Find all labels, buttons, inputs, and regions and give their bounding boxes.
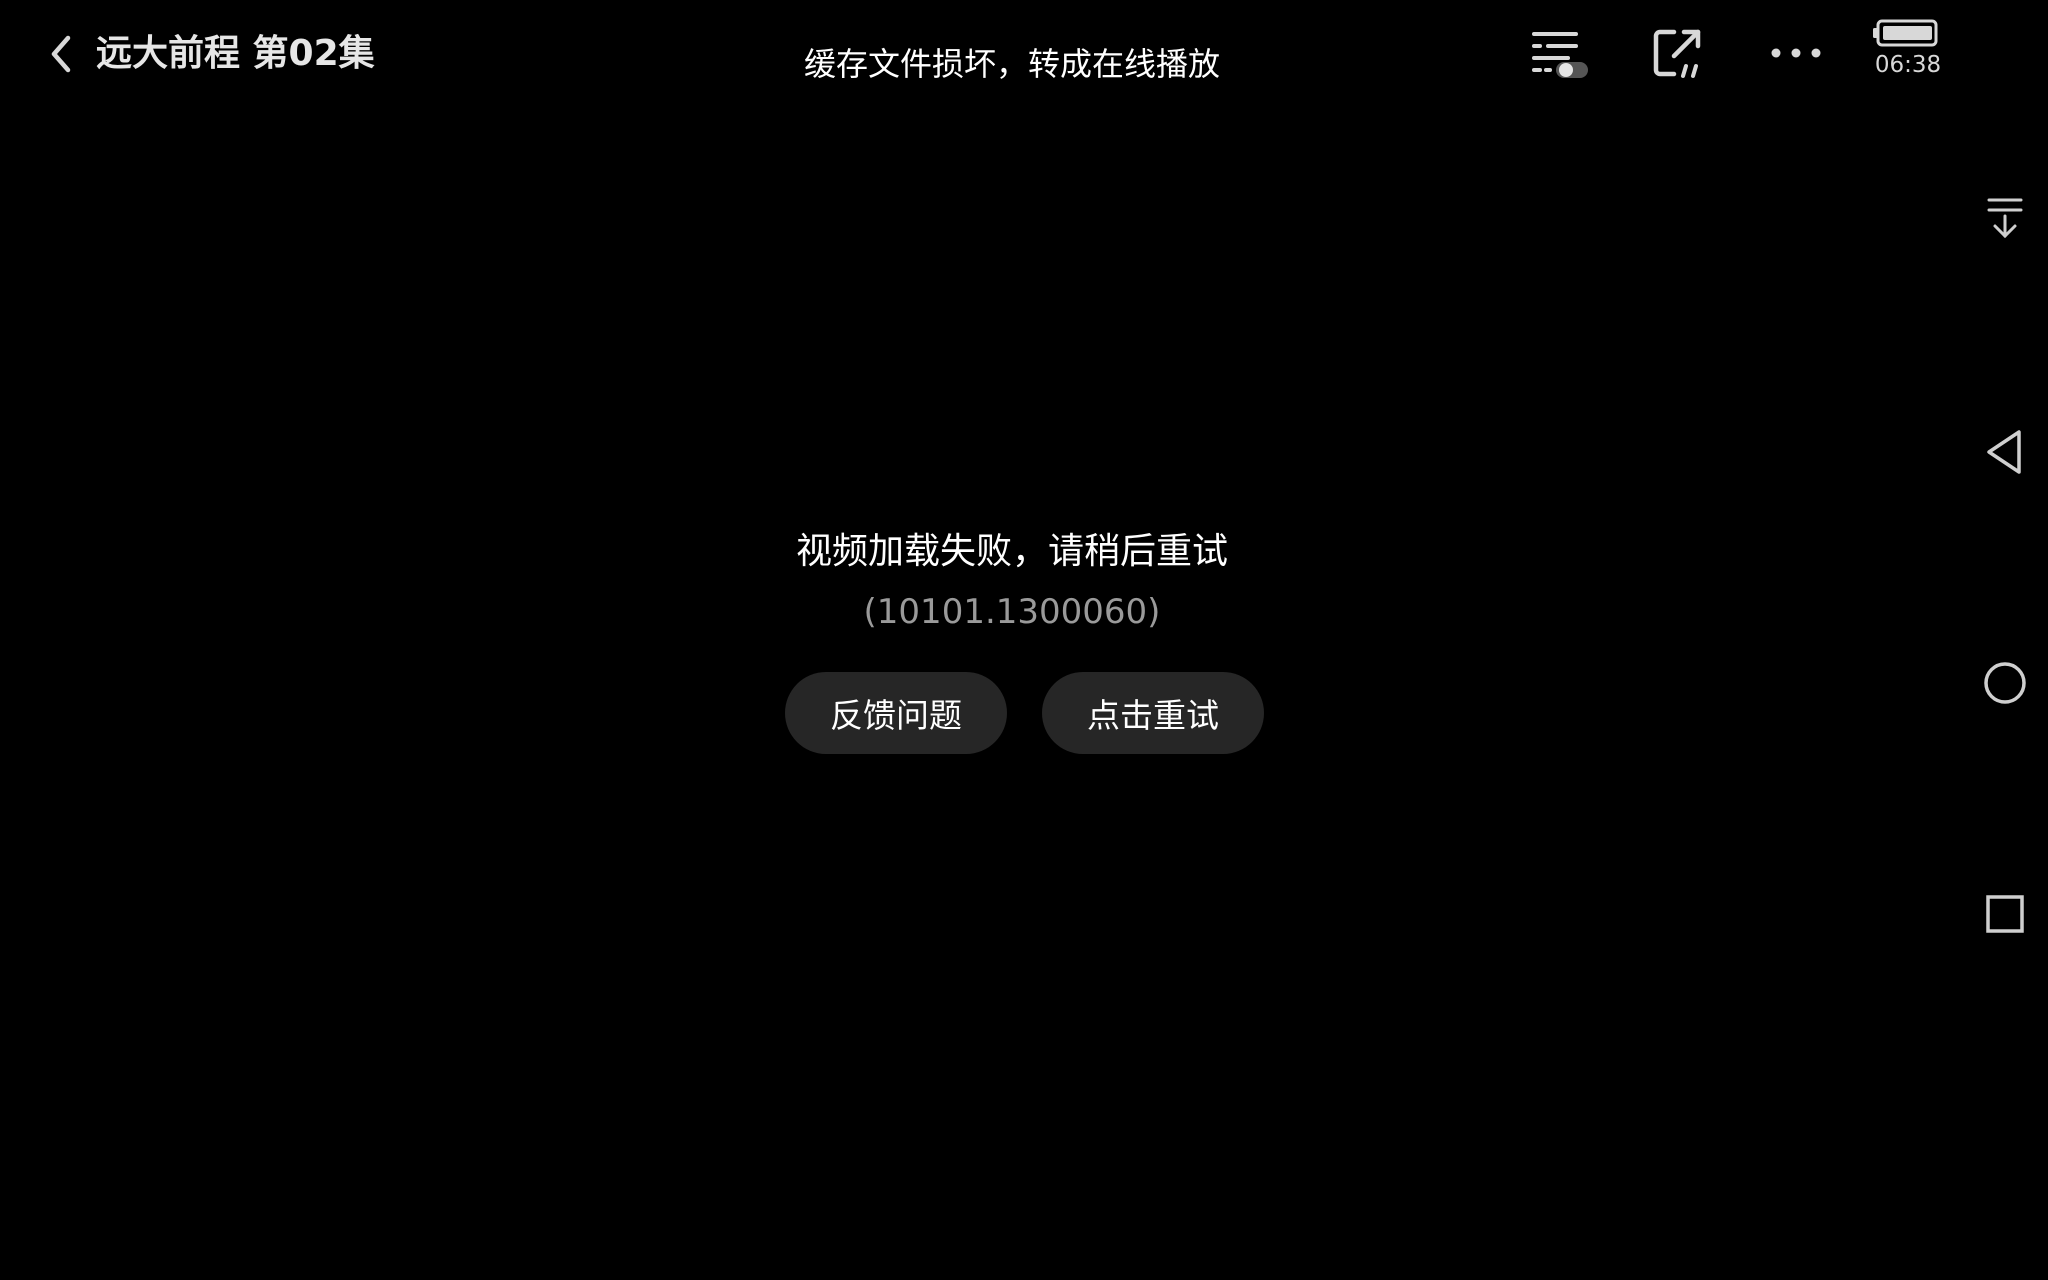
nav-home-button[interactable] — [1975, 653, 2035, 713]
retry-button[interactable]: 点击重试 — [1042, 672, 1264, 754]
triangle-back-icon — [1987, 430, 2021, 474]
error-code: (10101.1300060) — [863, 592, 1161, 632]
pull-down-icon — [1987, 198, 2023, 239]
nav-recents-button[interactable] — [1975, 884, 2035, 944]
clock-time: 06:38 — [1874, 52, 1942, 78]
share-button[interactable] — [1646, 22, 1714, 84]
error-message: 视频加载失败，请稍后重试 — [795, 531, 1228, 572]
playback-settings-button[interactable] — [1526, 22, 1594, 84]
feedback-button-label: 反馈问题 — [830, 696, 962, 735]
battery-icon — [1873, 19, 1938, 47]
back-button[interactable] — [36, 22, 86, 86]
more-horizontal-icon — [1771, 48, 1821, 58]
nav-back-button[interactable] — [1975, 422, 2035, 482]
settings-toggle-icon — [1532, 32, 1588, 78]
battery-status: 06:38 — [1870, 18, 1946, 88]
error-code-container: (10101.1300060) — [0, 588, 2048, 636]
share-icon — [1653, 29, 1701, 78]
retry-button-label: 点击重试 — [1087, 696, 1219, 735]
collapse-navbar-button[interactable] — [1975, 188, 2035, 248]
chevron-left-icon — [51, 35, 71, 73]
error-message-container: 视频加载失败，请稍后重试 — [0, 528, 2048, 576]
toast-message: 缓存文件损坏，转成在线播放 — [803, 45, 1220, 83]
circle-home-icon — [1984, 662, 2026, 704]
video-title: 远大前程 第02集 — [96, 33, 375, 74]
feedback-button[interactable]: 反馈问题 — [785, 672, 1007, 754]
more-button[interactable] — [1762, 22, 1830, 84]
square-recents-icon — [1986, 895, 2024, 933]
